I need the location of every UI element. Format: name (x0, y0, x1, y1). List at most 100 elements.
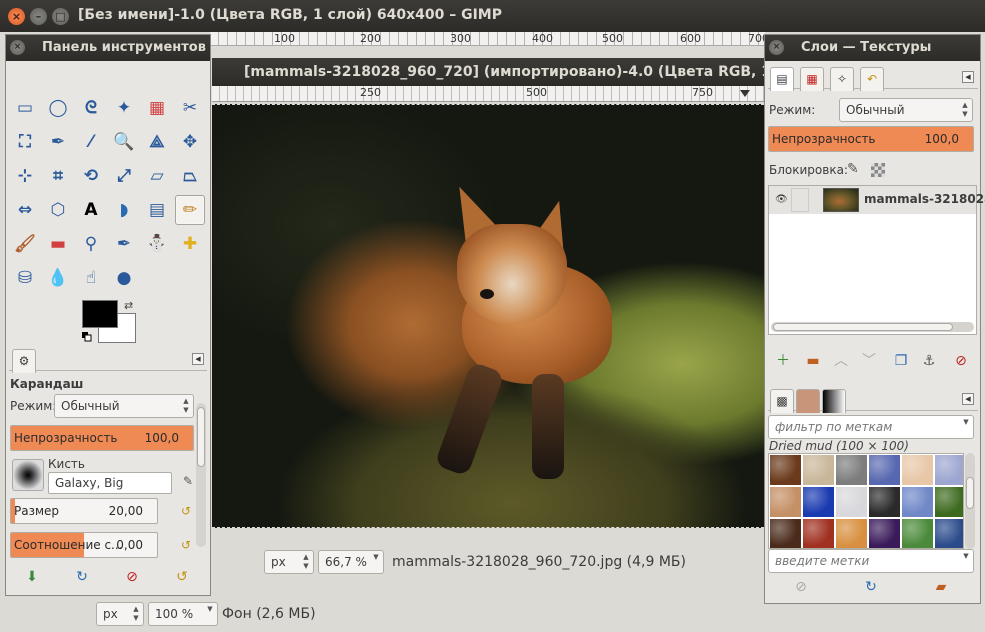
channels-tab-icon[interactable]: ▦ (800, 67, 824, 91)
reset-options-icon[interactable]: ↺ (172, 567, 192, 587)
window-minimize-button[interactable]: – (30, 8, 47, 25)
fuzzy-select-icon[interactable]: ✦ (109, 93, 139, 123)
color-picker-icon[interactable]: ⁄ (76, 127, 106, 157)
ink-icon[interactable]: ✒ (109, 229, 139, 259)
save-options-icon[interactable]: ⬇ (22, 567, 42, 587)
pattern-swatch[interactable] (769, 518, 802, 548)
free-select-icon[interactable]: ᘓ (76, 93, 106, 123)
image-zoom-select[interactable]: 66,7 % ▼ (318, 550, 384, 574)
undo-history-tab-icon[interactable]: ↶ (860, 67, 884, 91)
pattern-swatch[interactable] (835, 518, 868, 548)
blend-icon[interactable]: ▤ (142, 195, 172, 225)
blur-icon[interactable]: 💧 (43, 263, 73, 293)
lock-alpha-icon[interactable] (871, 163, 885, 177)
dodge-burn-icon[interactable]: ● (109, 263, 139, 293)
refresh-patterns-icon[interactable]: ↻ (861, 577, 881, 597)
layer-list-hscroll[interactable] (771, 322, 974, 332)
pattern-swatch[interactable] (868, 486, 901, 518)
aspect-ratio-slider[interactable]: Соотношение с... 0,00 (10, 532, 158, 558)
reset-size-icon[interactable]: ↺ (178, 503, 194, 519)
pattern-swatch[interactable] (934, 486, 963, 518)
cage-icon[interactable]: ⬡ (43, 195, 73, 225)
brush-preview[interactable] (12, 459, 44, 491)
pattern-swatch[interactable] (802, 454, 835, 486)
smudge-icon[interactable]: ☝ (76, 263, 106, 293)
rect-select-icon[interactable]: ▭ (10, 93, 40, 123)
patterns-tab-icon[interactable] (796, 389, 820, 413)
crop-icon[interactable]: ⌗ (43, 161, 73, 191)
tool-options-tab-icon[interactable]: ⚙ (12, 349, 36, 373)
paths-tab-icon[interactable]: ✧ (830, 67, 854, 91)
chain-icon[interactable] (791, 188, 809, 212)
perspective-icon[interactable]: ⏢ (175, 161, 205, 191)
flip-icon[interactable]: ⇔ (10, 195, 40, 225)
duplicate-layer-icon[interactable]: ❐ (891, 351, 911, 371)
raise-layer-icon[interactable]: ︿ (831, 351, 851, 371)
pattern-disabled-icon[interactable]: ⊘ (791, 577, 811, 597)
paint-mode-select[interactable]: Обычный ▲ ▼ (54, 394, 194, 418)
paintbrush-icon[interactable]: 🖌 (10, 229, 40, 259)
gradients-tab-icon[interactable] (822, 389, 846, 413)
scissors-icon[interactable]: ✂ (175, 93, 205, 123)
rotate-icon[interactable]: ⟲ (76, 161, 106, 191)
new-layer-group-icon[interactable]: ▬ (803, 351, 823, 371)
eraser-icon[interactable]: ▬ (43, 229, 73, 259)
layers-tab-icon[interactable]: ▤ (770, 67, 794, 91)
tab-menu-icon[interactable]: ◀ (962, 393, 974, 405)
pattern-swatch[interactable] (901, 518, 934, 548)
lock-pixels-icon[interactable]: ✎ (847, 161, 859, 177)
zoom-icon[interactable]: 🔍 (109, 127, 139, 157)
pencil-icon[interactable]: ✏ (175, 195, 205, 225)
foreground-color-swatch[interactable] (82, 300, 118, 328)
align-icon[interactable]: ⊹ (10, 161, 40, 191)
open-pattern-folder-icon[interactable]: ▰ (931, 577, 951, 597)
opacity-slider[interactable]: Непрозрачность 100,0 (10, 425, 194, 451)
delete-options-icon[interactable]: ⊘ (122, 567, 142, 587)
pattern-swatch[interactable] (901, 454, 934, 486)
move-icon[interactable]: ✥ (175, 127, 205, 157)
image-canvas[interactable] (212, 104, 764, 528)
pattern-swatch[interactable] (835, 486, 868, 518)
layer-opacity-slider[interactable]: Непрозрачность 100,0 (768, 126, 974, 152)
edit-brush-icon[interactable]: ✎ (180, 474, 196, 490)
brush-name-field[interactable]: Galaxy, Big (48, 472, 172, 494)
default-colors-icon[interactable] (82, 331, 92, 342)
window-maximize-button[interactable]: □ (52, 8, 69, 25)
tool-options-scrollbar[interactable] (196, 403, 206, 547)
text-icon[interactable]: A (76, 195, 106, 225)
swap-colors-icon[interactable]: ⇄ (124, 299, 133, 312)
airbrush-icon[interactable]: ⚲ (76, 229, 106, 259)
ruler-menu-arrow-icon[interactable] (740, 90, 750, 97)
paths-icon[interactable]: ✒ (43, 127, 73, 157)
pattern-tags-field[interactable]: введите метки ▼ (768, 549, 974, 573)
layer-mode-select[interactable]: Обычный ▲ ▼ (839, 98, 973, 122)
pattern-swatch[interactable] (868, 518, 901, 548)
new-layer-icon[interactable]: ＋ (773, 351, 793, 371)
clone-icon[interactable]: ⛄ (142, 229, 172, 259)
window-close-button[interactable]: × (8, 8, 25, 25)
eye-icon[interactable]: 👁 (775, 194, 788, 206)
shear-icon[interactable]: ▱ (142, 161, 172, 191)
perspective-clone-icon[interactable]: ⛁ (10, 263, 40, 293)
pattern-swatch[interactable] (769, 454, 802, 486)
pattern-swatch[interactable] (934, 518, 963, 548)
tab-menu-icon[interactable]: ◀ (962, 71, 974, 83)
layer-row[interactable]: 👁 mammals-3218028_ (769, 186, 985, 214)
measure-icon[interactable]: ⟁ (142, 127, 172, 157)
pattern-scrollbar[interactable] (965, 453, 975, 549)
anchor-layer-icon[interactable]: ⚓ (919, 351, 939, 371)
scale-icon[interactable]: ⤢ (109, 161, 139, 191)
main-zoom-select[interactable]: 100 % ▼ (148, 602, 218, 626)
select-by-color-icon[interactable]: ▦ (142, 93, 172, 123)
toolbox-close-button[interactable]: × (10, 40, 25, 55)
layers-close-button[interactable]: × (769, 40, 784, 55)
delete-layer-icon[interactable]: ⊘ (951, 351, 971, 371)
foreground-select-icon[interactable]: ⛶ (10, 127, 40, 157)
ellipse-select-icon[interactable]: ◯ (43, 93, 73, 123)
pattern-swatch[interactable] (802, 518, 835, 548)
reset-ratio-icon[interactable]: ↺ (178, 537, 194, 553)
bucket-fill-icon[interactable]: ◗ (109, 195, 139, 225)
pattern-swatch[interactable] (835, 454, 868, 486)
pattern-swatch[interactable] (901, 486, 934, 518)
main-unit-select[interactable]: px ▲ ▼ (96, 602, 144, 626)
